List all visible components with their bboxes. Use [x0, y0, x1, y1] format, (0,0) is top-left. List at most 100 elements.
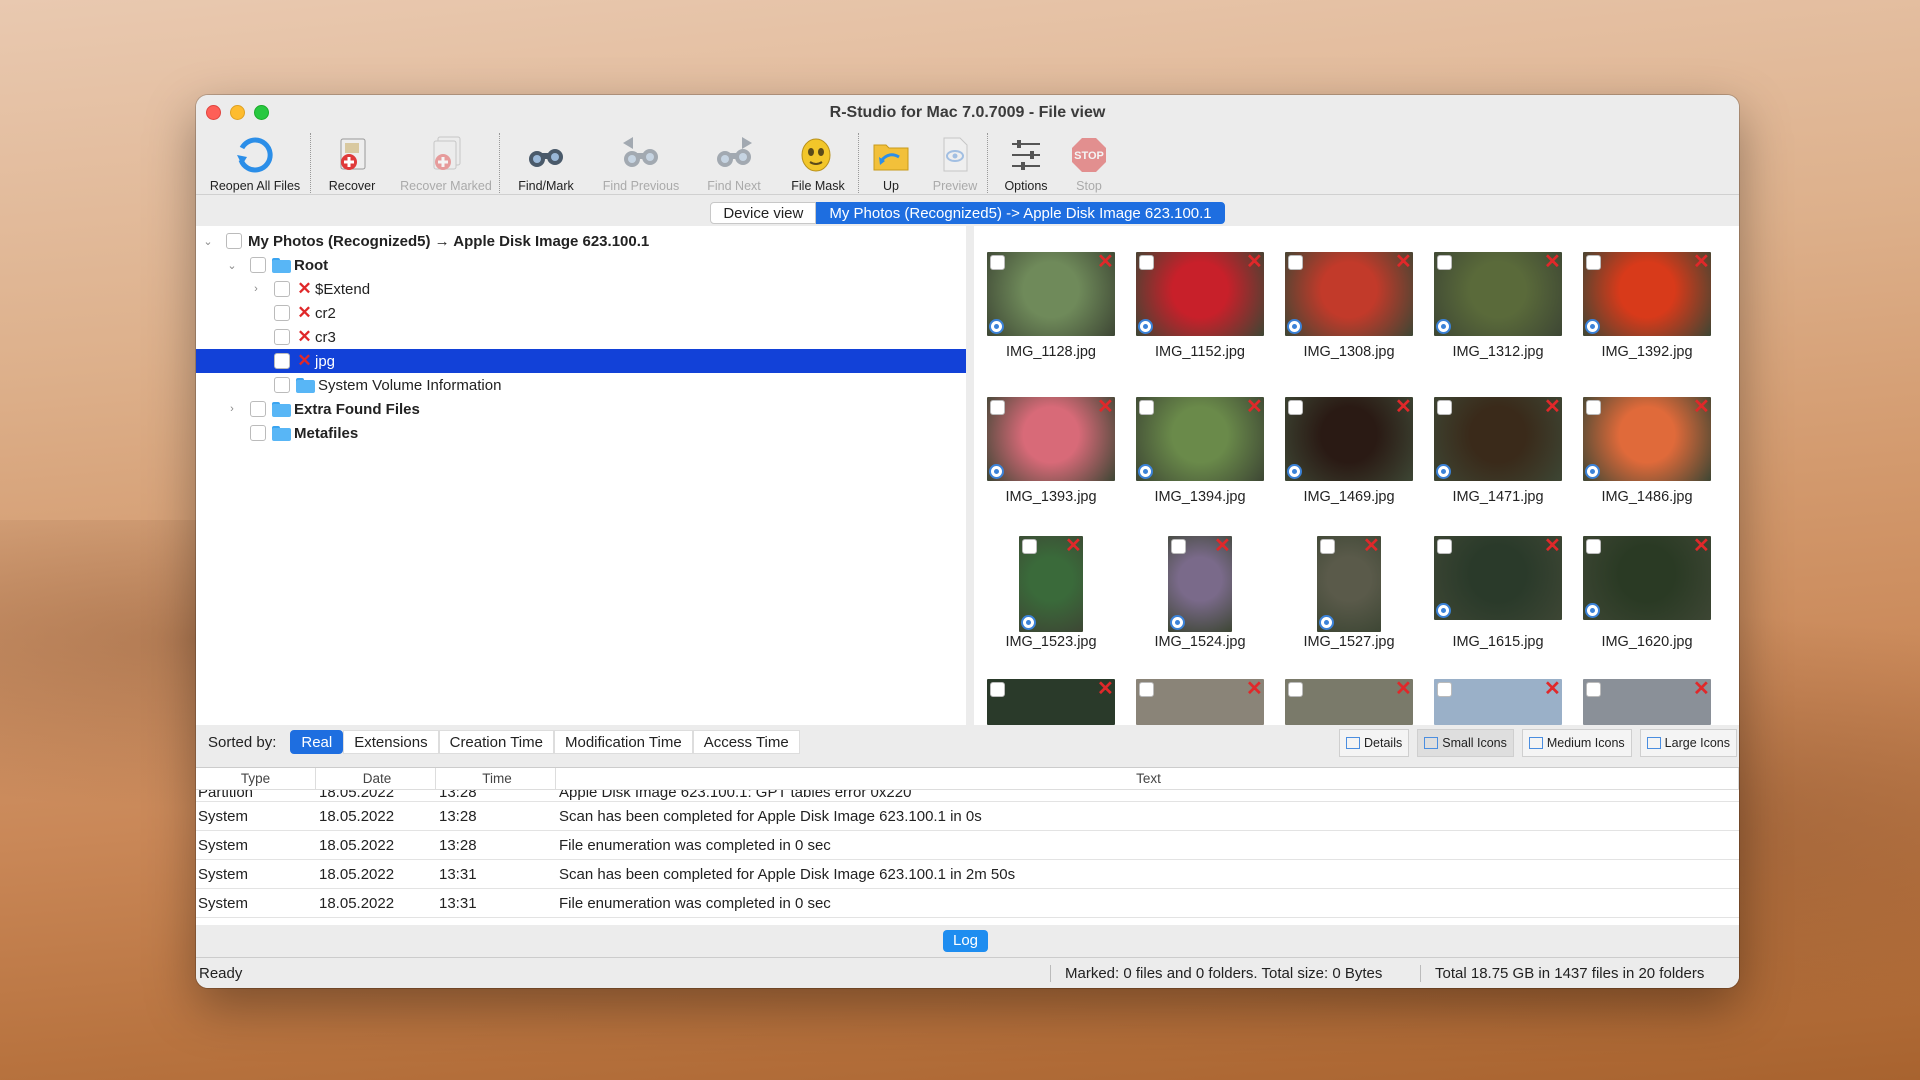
thumbnail-checkbox[interactable]: [1022, 539, 1037, 554]
thumbnail-checkbox[interactable]: [1586, 539, 1601, 554]
thumbnail-checkbox[interactable]: [1437, 255, 1452, 270]
reopen-all-files-button[interactable]: Reopen All Files: [200, 131, 310, 195]
thumbnail-item[interactable]: ✕ IMG_1527.jpg: [1284, 534, 1414, 664]
tree-root-row[interactable]: ⌄ My Photos (Recognized5) → Apple Disk I…: [196, 229, 966, 253]
checkbox[interactable]: [250, 257, 266, 273]
thumbnail-item[interactable]: ✕: [1582, 679, 1712, 725]
tree-item-extra-found-files[interactable]: › Extra Found Files: [196, 397, 966, 421]
thumbnail-item[interactable]: ✕ IMG_1312.jpg: [1433, 244, 1563, 374]
column-header-time[interactable]: Time: [436, 768, 556, 789]
options-button[interactable]: Options: [988, 131, 1064, 195]
thumbnail-item[interactable]: ✕ IMG_1128.jpg: [986, 244, 1116, 374]
checkbox[interactable]: [274, 281, 290, 297]
thumbnail-item[interactable]: ✕ IMG_1469.jpg: [1284, 389, 1414, 519]
sort-extensions-button[interactable]: Extensions: [343, 730, 439, 754]
log-row[interactable]: System 18.05.2022 13:31 Scan has been compl…: [196, 860, 1739, 889]
small-icons-view-button[interactable]: Small Icons: [1417, 729, 1514, 757]
sort-creation-time-button[interactable]: Creation Time: [438, 730, 554, 754]
recover-marked-button[interactable]: Recover Marked: [393, 131, 499, 195]
thumbnail-checkbox[interactable]: [1437, 539, 1452, 554]
checkbox[interactable]: [274, 305, 290, 321]
checkbox[interactable]: [250, 425, 266, 441]
thumbnail-checkbox[interactable]: [1586, 400, 1601, 415]
large-icons-view-button[interactable]: Large Icons: [1639, 729, 1737, 757]
zoom-button[interactable]: [254, 105, 269, 120]
recover-button[interactable]: Recover: [311, 131, 393, 195]
thumbnail-item[interactable]: ✕ IMG_1615.jpg: [1433, 534, 1563, 664]
log-cell: File enumeration was completed in 0 sec: [559, 894, 831, 912]
tab-file-view[interactable]: My Photos (Recognized5) -> Apple Disk Im…: [816, 202, 1225, 224]
medium-icons-view-button[interactable]: Medium Icons: [1521, 729, 1632, 757]
thumbnail-checkbox[interactable]: [1171, 539, 1186, 554]
thumbnail-checkbox[interactable]: [1288, 682, 1303, 697]
sort-modification-time-button[interactable]: Modification Time: [553, 730, 693, 754]
log-row[interactable]: Partition 18.05.2022 13:28 Apple Disk Image…: [196, 790, 1739, 802]
thumbnail-item[interactable]: ✕: [986, 679, 1116, 725]
close-button[interactable]: [206, 105, 221, 120]
thumbnail-checkbox[interactable]: [1586, 255, 1601, 270]
thumbnail-item[interactable]: ✕ IMG_1394.jpg: [1135, 389, 1265, 519]
checkbox[interactable]: [274, 353, 290, 369]
checkbox[interactable]: [250, 401, 266, 417]
tree-item-cr2[interactable]: ✕ cr2: [196, 301, 966, 325]
column-header-date[interactable]: Date: [316, 768, 436, 789]
thumbnail-item[interactable]: ✕ IMG_1523.jpg: [986, 534, 1116, 664]
thumbnail-checkbox[interactable]: [1320, 539, 1335, 554]
tree-item-jpg[interactable]: ✕ jpg: [196, 349, 966, 373]
thumbnail-checkbox[interactable]: [1139, 682, 1154, 697]
up-button[interactable]: Up: [859, 131, 923, 195]
thumbnail-checkbox[interactable]: [1288, 255, 1303, 270]
tree-item-extend[interactable]: › ✕ $Extend: [196, 277, 966, 301]
tree-item-system-volume-information[interactable]: System Volume Information: [196, 373, 966, 397]
sort-real-button[interactable]: Real: [290, 730, 344, 754]
thumbnail-item[interactable]: ✕: [1284, 679, 1414, 725]
thumbnail-checkbox[interactable]: [1437, 682, 1452, 697]
log-row[interactable]: System 18.05.2022 13:28 Scan has been compl…: [196, 802, 1739, 831]
thumbnail-item[interactable]: ✕: [1433, 679, 1563, 725]
sort-access-time-button[interactable]: Access Time: [692, 730, 800, 754]
tab-device-view[interactable]: Device view: [710, 202, 817, 224]
tree-item-cr3[interactable]: ✕ cr3: [196, 325, 966, 349]
chevron-right-icon[interactable]: ›: [250, 283, 262, 295]
find-previous-button[interactable]: Find Previous: [592, 131, 690, 195]
thumbnail-item[interactable]: ✕ IMG_1471.jpg: [1433, 389, 1563, 519]
thumbnail-checkbox[interactable]: [1139, 255, 1154, 270]
chevron-down-icon[interactable]: ⌄: [226, 259, 238, 272]
details-view-button[interactable]: Details: [1339, 729, 1410, 757]
thumbnail-item[interactable]: ✕: [1135, 679, 1265, 725]
minimize-button[interactable]: [230, 105, 245, 120]
thumbnail-filename: IMG_1471.jpg: [1452, 489, 1544, 505]
checkbox[interactable]: [274, 329, 290, 345]
log-row[interactable]: System 18.05.2022 13:31 File enumeration wa…: [196, 889, 1739, 918]
thumbnail-item[interactable]: ✕ IMG_1486.jpg: [1582, 389, 1712, 519]
log-button[interactable]: Log: [943, 930, 989, 952]
chevron-right-icon[interactable]: ›: [226, 403, 238, 415]
column-header-text[interactable]: Text: [556, 768, 1739, 789]
stop-button[interactable]: STOP Stop: [1064, 131, 1114, 195]
thumbnail-checkbox[interactable]: [990, 255, 1005, 270]
checkbox[interactable]: [226, 233, 242, 249]
thumbnail-item[interactable]: ✕ IMG_1152.jpg: [1135, 244, 1265, 374]
checkbox[interactable]: [274, 377, 290, 393]
thumbnail-checkbox[interactable]: [1288, 400, 1303, 415]
thumbnail-checkbox[interactable]: [1586, 682, 1601, 697]
find-mark-button[interactable]: Find/Mark: [500, 131, 592, 195]
thumbnail-checkbox[interactable]: [1437, 400, 1452, 415]
pane-splitter[interactable]: [966, 226, 974, 725]
tree-item-metafiles[interactable]: Metafiles: [196, 421, 966, 445]
tree-item-root[interactable]: ⌄ Root: [196, 253, 966, 277]
thumbnail-item[interactable]: ✕ IMG_1392.jpg: [1582, 244, 1712, 374]
column-header-type[interactable]: Type: [196, 768, 316, 789]
thumbnail-item[interactable]: ✕ IMG_1393.jpg: [986, 389, 1116, 519]
thumbnail-item[interactable]: ✕ IMG_1524.jpg: [1135, 534, 1265, 664]
thumbnail-checkbox[interactable]: [1139, 400, 1154, 415]
file-mask-button[interactable]: File Mask: [778, 131, 858, 195]
thumbnail-item[interactable]: ✕ IMG_1620.jpg: [1582, 534, 1712, 664]
thumbnail-checkbox[interactable]: [990, 400, 1005, 415]
chevron-down-icon[interactable]: ⌄: [202, 235, 214, 248]
preview-button[interactable]: Preview: [923, 131, 987, 195]
find-next-button[interactable]: Find Next: [690, 131, 778, 195]
log-row[interactable]: System 18.05.2022 13:28 File enumeration wa…: [196, 831, 1739, 860]
thumbnail-checkbox[interactable]: [990, 682, 1005, 697]
thumbnail-item[interactable]: ✕ IMG_1308.jpg: [1284, 244, 1414, 374]
